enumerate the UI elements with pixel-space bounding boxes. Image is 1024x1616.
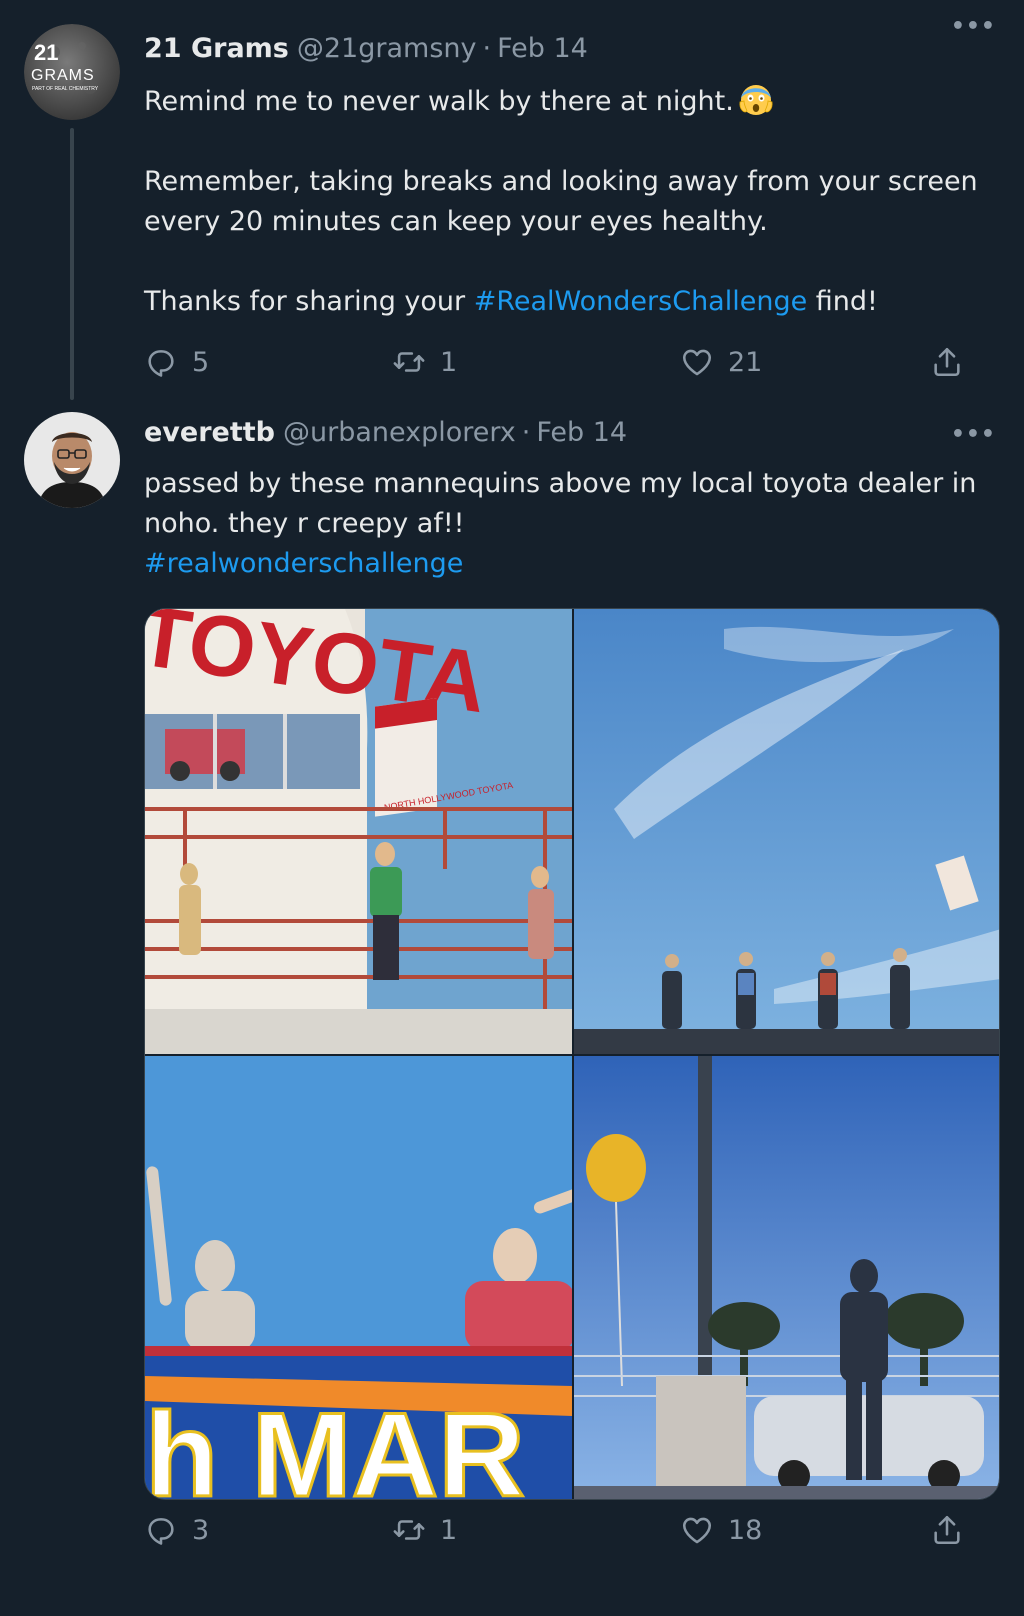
face-screaming-in-fear-icon [739, 85, 773, 115]
reply-button[interactable]: 3 [144, 1513, 209, 1547]
reply-count: 3 [192, 1514, 210, 1546]
tweet-actions: 5 1 21 [144, 342, 1004, 382]
retweet-count: 1 [440, 346, 458, 378]
reply-icon [148, 350, 174, 377]
reply-button[interactable]: 5 [144, 345, 209, 379]
like-icon [682, 349, 712, 376]
more-icon[interactable]: ••• [951, 422, 996, 447]
share-button[interactable] [930, 345, 964, 379]
avatar-tagline: PART OF REAL CHEMISTRY [32, 86, 99, 92]
tweet-header: everettb @urbanexplorerx · Feb 14 [144, 412, 1000, 452]
tweet-text-line1: Remind me to never walk by there at nigh… [144, 86, 734, 117]
like-count: 21 [728, 346, 763, 378]
tweet-date[interactable]: Feb 14 [497, 33, 588, 64]
photo-grid: TOYOTA NORTH HOLLYWOOD TOYOTA h MAR [144, 608, 1000, 1500]
like-icon [682, 1517, 712, 1544]
like-button[interactable]: 21 [680, 345, 762, 379]
retweet-icon [393, 352, 425, 372]
photo-balloon-lot[interactable] [574, 1056, 999, 1499]
separator: · [521, 416, 531, 448]
share-icon [934, 347, 960, 377]
photo-mannequins-banner[interactable]: h MAR [145, 1056, 572, 1500]
photo-rooftop-sky[interactable] [574, 609, 999, 1054]
tweet-text-body: passed by these mannequins above my loca… [144, 468, 977, 539]
retweet-button[interactable]: 1 [392, 345, 457, 379]
tweet-date[interactable]: Feb 14 [536, 417, 627, 448]
author-handle[interactable]: @urbanexplorerx [283, 417, 516, 448]
thread-connector [70, 128, 74, 400]
hashtag-link[interactable]: #RealWondersChallenge [474, 286, 807, 317]
author-name[interactable]: everettb [144, 417, 275, 448]
avatar[interactable]: 21 GRAMS PART OF REAL CHEMISTRY [24, 24, 120, 120]
avatar[interactable] [24, 412, 120, 508]
avatar-21: 21 [34, 40, 58, 65]
tweet-everettb[interactable]: everettb @urbanexplorerx · Feb 14 passed… [0, 408, 1024, 1616]
reply-count: 5 [192, 346, 210, 378]
retweet-button[interactable]: 1 [392, 1513, 457, 1547]
tweet-content: 21 Grams @21gramsny · Feb 14 Remind me t… [144, 28, 1000, 322]
photo-toyota-building[interactable]: TOYOTA NORTH HOLLYWOOD TOYOTA [145, 609, 572, 1054]
retweet-icon [393, 1520, 425, 1540]
tweet-header: 21 Grams @21gramsny · Feb 14 [144, 28, 1000, 68]
share-button[interactable] [930, 1513, 964, 1547]
author-name[interactable]: 21 Grams [144, 33, 289, 64]
reply-icon [148, 1518, 174, 1545]
banner-text: h MAR [145, 1388, 525, 1500]
like-count: 18 [728, 1514, 763, 1546]
retweet-count: 1 [440, 1514, 458, 1546]
like-button[interactable]: 18 [680, 1513, 762, 1547]
tweet-21grams[interactable]: 21 GRAMS PART OF REAL CHEMISTRY 21 Grams… [0, 0, 1024, 408]
tweet-text-para3-after: find! [807, 286, 878, 317]
author-handle[interactable]: @21gramsny [297, 33, 477, 64]
tweet-text: Remind me to never walk by there at nigh… [144, 80, 984, 322]
more-icon[interactable]: ••• [951, 14, 996, 39]
tweet-text-para3-before: Thanks for sharing your [144, 286, 474, 317]
separator: · [482, 32, 492, 64]
tweet-text: passed by these mannequins above my loca… [144, 464, 984, 584]
tweet-content: everettb @urbanexplorerx · Feb 14 passed… [144, 412, 1000, 584]
tweet-actions: 3 1 18 [144, 1510, 1004, 1550]
hashtag-link[interactable]: #realwonderschallenge [144, 548, 463, 579]
share-icon [934, 1515, 960, 1545]
tweet-text-para2: Remember, taking breaks and looking away… [144, 166, 978, 237]
avatar-grams: GRAMS [31, 67, 95, 84]
